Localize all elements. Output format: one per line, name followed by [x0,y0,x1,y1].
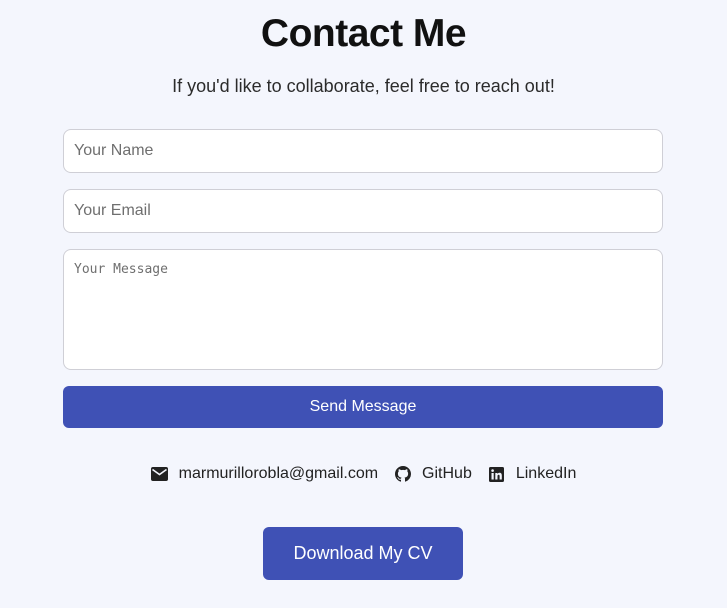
page-title: Contact Me [260,12,467,55]
email-link-label: marmurillorobla@gmail.com [178,465,379,482]
email-link[interactable]: marmurillorobla@gmail.com [151,465,378,483]
email-input[interactable] [63,189,663,233]
message-textarea[interactable] [63,249,663,370]
github-link[interactable]: GitHub [394,465,472,483]
send-message-button[interactable]: Send Message [63,386,663,428]
envelope-icon [151,465,169,483]
linkedin-link[interactable]: LinkedIn [488,465,577,483]
contact-links: marmurillorobla@gmail.com GitHub LinkedI… [0,465,727,483]
name-input[interactable] [63,129,663,173]
linkedin-link-label: LinkedIn [515,465,577,482]
page-subtitle: If you'd like to collaborate, feel free … [172,76,555,96]
linkedin-icon [488,465,506,483]
github-link-label: GitHub [422,465,472,482]
github-icon [394,465,412,483]
download-cv-button[interactable]: Download My CV [263,527,463,580]
